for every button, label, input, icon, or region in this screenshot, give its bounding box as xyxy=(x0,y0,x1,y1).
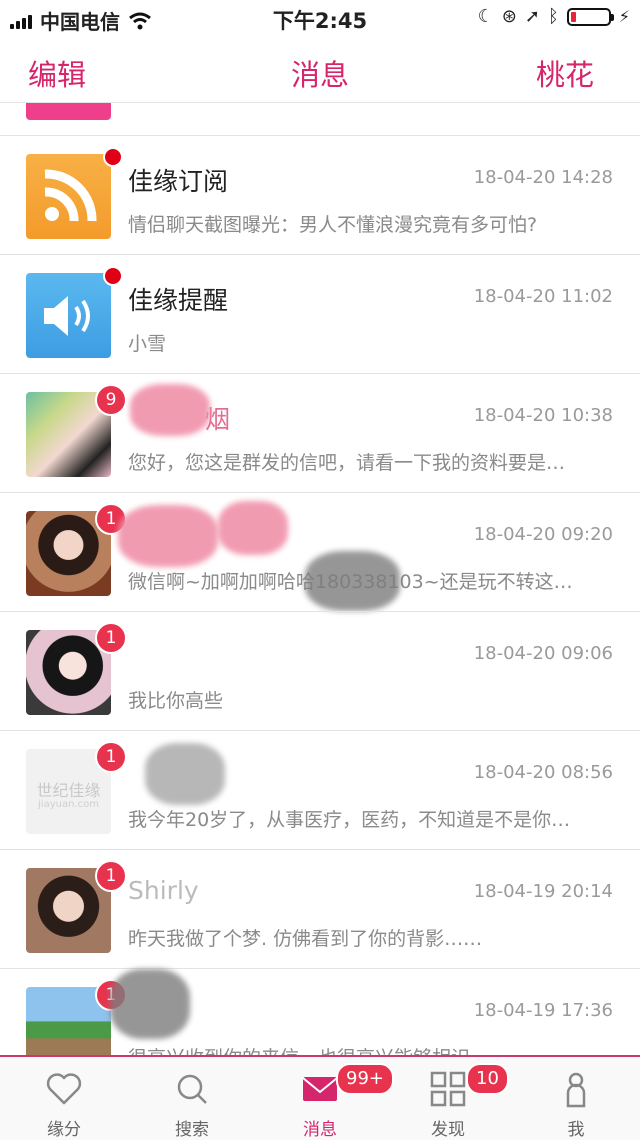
redaction-scribble xyxy=(218,501,288,555)
message-preview: 情侣聊天截图曝光：男人不懂浪漫究竟有多可怕? xyxy=(128,214,538,236)
battery-icon xyxy=(566,7,614,26)
conversation-row-subscription[interactable]: 佳缘订阅 18-04-20 14:28 情侣聊天截图曝光：男人不懂浪漫究竟有多可… xyxy=(0,136,640,255)
tab-label: 搜索 xyxy=(175,1120,209,1140)
unread-badge: 1 xyxy=(95,622,127,654)
speaker-icon xyxy=(26,273,111,358)
bluetooth-icon: ᛒ xyxy=(547,6,559,27)
avatar-watermark: 世纪佳缘 xyxy=(36,781,101,800)
tab-fate[interactable]: 缘分 xyxy=(0,1057,128,1140)
message-preview: 您好，您这是群发的信吧，请看一下我的资料要是… xyxy=(128,452,566,474)
tab-label: 缘分 xyxy=(47,1120,81,1140)
conversation-row[interactable]: 1 Shirly 18-04-19 20:14 昨天我做了个梦. 仿佛看到了你的… xyxy=(0,850,640,969)
message-time: 18-04-20 08:56 xyxy=(473,762,613,783)
message-time: 18-04-20 14:28 xyxy=(473,167,613,188)
nav-bar: 编辑 消息 桃花 xyxy=(0,36,640,103)
redaction-scribble xyxy=(305,551,400,611)
conversation-row-partial[interactable] xyxy=(0,103,640,136)
person-icon xyxy=(566,1072,586,1108)
message-preview: 很高兴收到你的来信，也很高兴能够相识 xyxy=(128,1043,618,1055)
tab-label: 发现 xyxy=(431,1120,465,1140)
unread-badge: 1 xyxy=(95,860,127,892)
avatar xyxy=(26,103,111,120)
conversation-row[interactable]: 1 18-04-20 09:20 微信啊~加啊加啊哈哈180338103~还是玩… xyxy=(0,493,640,612)
message-preview: 小雪 xyxy=(128,333,167,355)
rss-icon xyxy=(26,154,111,239)
contact-name: 佳缘提醒 xyxy=(128,286,229,315)
unread-badge: 1 xyxy=(95,741,127,773)
location-icon: ➚ xyxy=(524,6,540,27)
message-preview: 昨天我做了个梦. 仿佛看到了你的背影…… xyxy=(128,928,483,950)
contact-name: 佳缘订阅 xyxy=(128,167,229,196)
envelope-icon xyxy=(302,1077,338,1101)
rotation-lock-icon: ⊛ xyxy=(501,6,517,27)
message-time: 18-04-19 20:14 xyxy=(473,881,613,902)
tab-label: 消息 xyxy=(303,1120,337,1140)
tab-search[interactable]: 搜索 xyxy=(128,1057,256,1140)
tab-bar: 缘分 搜索 99+ 消息 10 发现 我 xyxy=(0,1055,640,1140)
redaction-scribble xyxy=(130,384,210,436)
redaction-scribble xyxy=(110,969,190,1039)
charging-icon: ⚡ xyxy=(618,7,630,26)
conversation-row[interactable]: 世纪佳缘 jiayuan.com 1 18-04-20 08:56 我今年20岁… xyxy=(0,731,640,850)
message-time: 18-04-20 09:06 xyxy=(473,643,613,664)
conversation-row[interactable]: 1 18-04-19 17:36 很高兴收到你的来信，也很高兴能够相识 xyxy=(0,969,640,1055)
conversation-row-reminder[interactable]: 佳缘提醒 18-04-20 11:02 小雪 xyxy=(0,255,640,374)
tab-badge: 10 xyxy=(466,1063,509,1095)
moon-icon: ☾ xyxy=(477,6,494,27)
status-bar: 中国电信 下午2:45 ☾ ⊛ ➚ ᛒ ⚡ xyxy=(0,0,640,36)
conversation-row[interactable]: 1 18-04-20 09:06 我比你高些 xyxy=(0,612,640,731)
peach-blossom-button[interactable]: 桃花 xyxy=(536,52,594,94)
title-label: 消息 xyxy=(290,58,349,92)
heart-icon xyxy=(46,1073,82,1105)
message-time: 18-04-20 09:20 xyxy=(473,524,613,545)
unread-badge: 9 xyxy=(95,384,127,416)
conversation-list[interactable]: 佳缘订阅 18-04-20 14:28 情侣聊天截图曝光：男人不懂浪漫究竟有多可… xyxy=(0,103,640,1055)
message-time: 18-04-20 10:38 xyxy=(473,405,613,426)
message-time: 18-04-19 17:36 xyxy=(473,1000,613,1021)
message-preview: 我比你高些 xyxy=(128,690,224,712)
grid-icon xyxy=(430,1071,466,1107)
conversation-row[interactable]: 9 烟 18-04-20 10:38 您好，您这是群发的信吧，请看一下我的资料要… xyxy=(0,374,640,493)
tab-label: 我 xyxy=(567,1120,585,1140)
contact-name: Shirly xyxy=(128,876,199,905)
redaction-scribble xyxy=(145,743,225,805)
search-icon xyxy=(177,1074,207,1104)
avatar-watermark-sub: jiayuan.com xyxy=(38,799,99,810)
unread-dot xyxy=(103,147,123,167)
message-time: 18-04-20 11:02 xyxy=(473,286,613,307)
tab-messages[interactable]: 99+ 消息 xyxy=(256,1057,394,1140)
tab-discover[interactable]: 10 发现 xyxy=(384,1057,512,1140)
redaction-scribble xyxy=(118,505,218,567)
message-preview: 我今年20岁了，从事医疗，医药，不知道是不是你… xyxy=(128,809,571,831)
tab-me[interactable]: 我 xyxy=(512,1057,640,1140)
unread-dot xyxy=(103,266,123,286)
